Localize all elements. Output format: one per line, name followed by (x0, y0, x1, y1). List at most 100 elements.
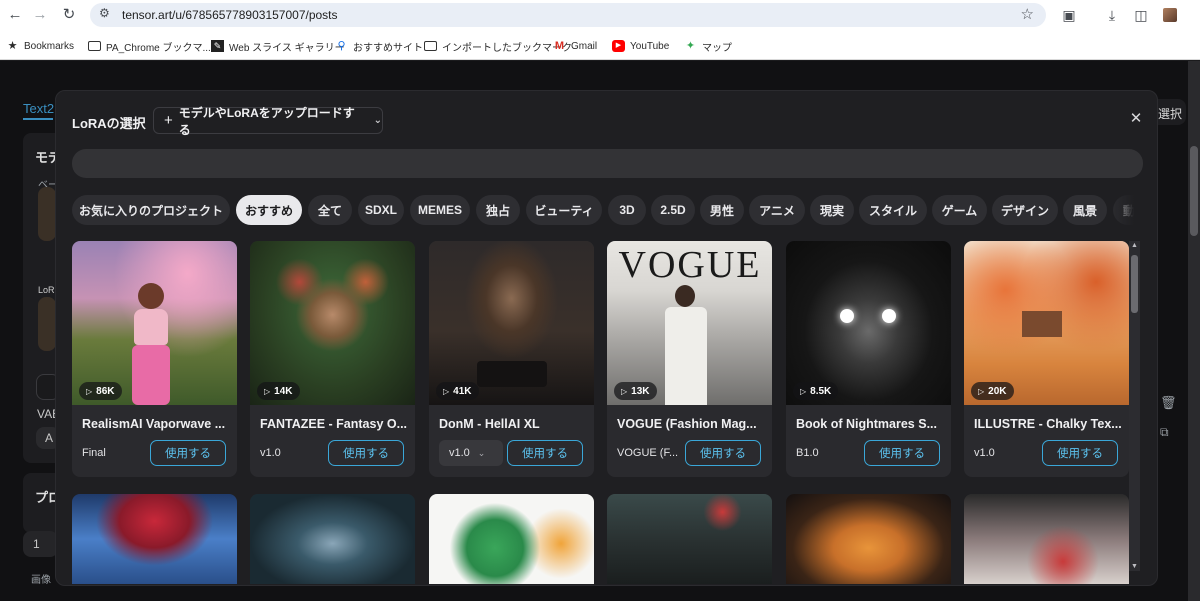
search-icon: ⚲ (337, 40, 346, 52)
lora-thumbnail: VOGUE (607, 241, 772, 405)
lora-card[interactable] (250, 494, 415, 584)
chip-male[interactable]: 男性 (700, 195, 744, 225)
bookmark-item[interactable]: ✦ マップ (684, 38, 732, 54)
upload-label: モデルやLoRAをアップロードする (178, 105, 355, 137)
lora-version: v1.0 (260, 447, 281, 459)
figure-shape (134, 309, 168, 345)
lora-name: FANTAZEE - Fantasy O... (260, 417, 408, 431)
lora-version: Final (82, 447, 106, 459)
lora-thumbnail (964, 494, 1129, 584)
tab-underline (23, 118, 53, 120)
lora-thumbnail (429, 241, 594, 405)
forward-icon[interactable]: → (29, 5, 51, 25)
bookmark-item[interactable]: PA_Chrome ブックマ... (88, 38, 211, 54)
lora-name: ILLUSTRE - Chalky Tex... (974, 417, 1122, 431)
card-grid-scroll-thumb[interactable] (1131, 255, 1138, 313)
run-count-badge: ▷ 13K (614, 382, 657, 400)
play-icon: ▷ (978, 386, 985, 396)
reload-icon[interactable]: ↻ (58, 5, 80, 25)
lora-thumbnail (250, 494, 415, 584)
run-count: 14K (274, 385, 293, 397)
bookmark-item[interactable]: ⚲ おすすめサイト (335, 38, 423, 54)
lora-card[interactable] (429, 494, 594, 584)
chip-landscape[interactable]: 風景 (1063, 195, 1107, 225)
house-shape (1022, 311, 1062, 337)
back-icon[interactable]: ← (4, 5, 26, 25)
lora-card[interactable]: VOGUE ▷ 13K VOGUE (Fashion Mag... VOGUE (… (607, 241, 772, 477)
lora-card[interactable]: ▷ 86K RealismAI Vaporwave ... Final 使用する (72, 241, 237, 477)
gmail-icon: M (554, 40, 565, 52)
lora-thumbnail (786, 241, 951, 405)
chip-memes[interactable]: MEMES (410, 195, 470, 225)
chip-design[interactable]: デザイン (992, 195, 1058, 225)
bg-thumb (38, 187, 56, 241)
chip-recommended[interactable]: おすすめ (236, 195, 302, 225)
lora-name: RealismAI Vaporwave ... (82, 417, 226, 431)
chip-style[interactable]: スタイル (859, 195, 927, 225)
lora-card[interactable] (607, 494, 772, 584)
bookmark-item[interactable]: ✎ Web スライス ギャラリー (211, 38, 345, 54)
card-grid-scrollbar[interactable]: ▲ ▼ (1129, 241, 1140, 571)
chevron-down-icon: ⌄ (477, 447, 486, 458)
site-info-icon[interactable]: ⚙ (99, 6, 110, 20)
bookmark-star-icon[interactable]: ☆ (1021, 5, 1034, 23)
download-icon[interactable]: ⤓ (1102, 5, 1122, 25)
chip-3d[interactable]: 3D (608, 195, 646, 225)
tab-text2img[interactable]: Text2I (23, 101, 58, 116)
use-button[interactable]: 使用する (1042, 440, 1118, 466)
side-panel-icon[interactable]: ◫ (1131, 5, 1151, 25)
use-button[interactable]: 使用する (150, 440, 226, 466)
run-count: 86K (96, 385, 115, 397)
run-count-badge: ▷ 8.5K (793, 382, 839, 400)
scroll-down-icon[interactable]: ▼ (1129, 563, 1140, 570)
lora-card[interactable] (964, 494, 1129, 584)
chip-25d[interactable]: 2.5D (651, 195, 695, 225)
lora-card[interactable] (786, 494, 951, 584)
play-icon: ▷ (621, 386, 628, 396)
chip-all[interactable]: 全て (308, 195, 352, 225)
run-count-badge: ▷ 14K (257, 382, 300, 400)
lora-card[interactable]: ▷ 20K ILLUSTRE - Chalky Tex... v1.0 使用する (964, 241, 1129, 477)
chip-anime[interactable]: アニメ (749, 195, 805, 225)
page-scroll-thumb[interactable] (1190, 146, 1198, 236)
bookmark-label: マップ (702, 42, 732, 54)
close-icon[interactable]: ✕ (1127, 110, 1145, 128)
chip-exclusive[interactable]: 独占 (476, 195, 520, 225)
chip-sdxl[interactable]: SDXL (358, 195, 404, 225)
lora-card[interactable]: ▷ 14K FANTAZEE - Fantasy O... v1.0 使用する (250, 241, 415, 477)
bookmark-label: YouTube (630, 40, 670, 52)
page-scrollbar[interactable] (1188, 61, 1200, 601)
lora-card[interactable]: ▷ 8.5K Book of Nightmares S... B1.0 使用する (786, 241, 951, 477)
bookmark-item[interactable]: インポートしたブックマーク (424, 38, 572, 54)
run-count: 8.5K (810, 385, 832, 397)
bookmark-item[interactable]: ▶ YouTube (612, 38, 669, 54)
chip-game[interactable]: ゲーム (932, 195, 987, 225)
chip-beauty[interactable]: ビューティ (526, 195, 602, 225)
profile-avatar[interactable] (1163, 8, 1177, 22)
lora-card[interactable] (72, 494, 237, 584)
version-select[interactable]: v1.0 ⌄ (439, 440, 503, 466)
play-icon: ▷ (86, 386, 93, 396)
use-button[interactable]: 使用する (685, 440, 761, 466)
lora-version: B1.0 (796, 447, 819, 459)
bg-input (23, 531, 58, 557)
extensions-icon[interactable]: ▣ (1059, 5, 1079, 25)
run-count-badge: ▷ 20K (971, 382, 1014, 400)
address-bar[interactable]: ⚙ tensor.art/u/678565778903157007/posts … (90, 3, 1046, 27)
lora-card[interactable]: ▷ 41K DonM - HellAI XL v1.0 ⌄ 使用する (429, 241, 594, 477)
upload-model-button[interactable]: + モデルやLoRAをアップロードする ⌄ (153, 106, 383, 137)
folder-icon (88, 41, 101, 51)
use-button[interactable]: 使用する (864, 440, 940, 466)
plus-icon: + (164, 112, 173, 129)
chip-favorites[interactable]: お気に入りのプロジェクト (72, 195, 230, 225)
scroll-up-icon[interactable]: ▲ (1129, 242, 1140, 249)
search-input[interactable] (72, 149, 1143, 178)
bookmark-item[interactable]: ★ Bookmarks (6, 38, 74, 54)
bookmark-label: Bookmarks (24, 40, 75, 52)
figure-shape (138, 283, 164, 309)
chip-real[interactable]: 現実 (810, 195, 854, 225)
bookmark-item[interactable]: M Gmail (553, 38, 597, 54)
bg-label: 選択 (1158, 107, 1183, 121)
use-button[interactable]: 使用する (328, 440, 404, 466)
use-button[interactable]: 使用する (507, 440, 583, 466)
